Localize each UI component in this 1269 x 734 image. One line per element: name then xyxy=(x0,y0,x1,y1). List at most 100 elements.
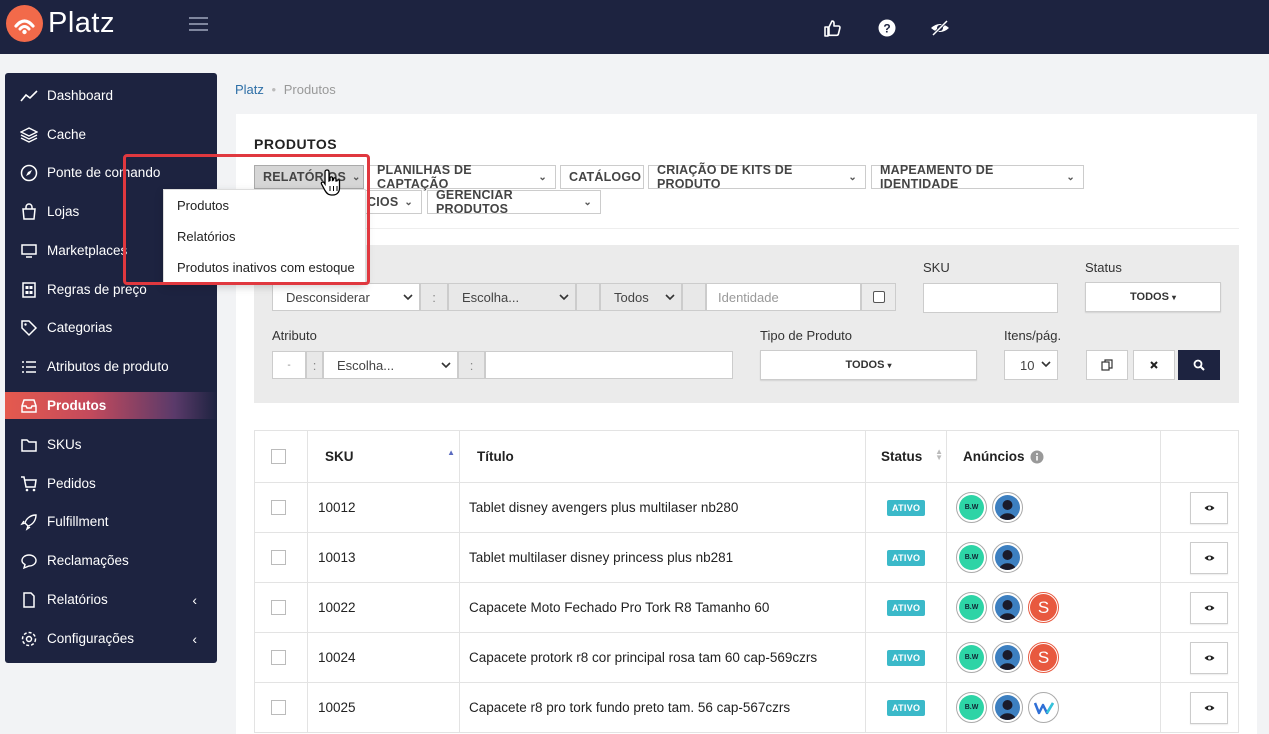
product-type-label: Tipo de Produto xyxy=(760,328,853,343)
sidebar-item-skus[interactable]: SKUs xyxy=(5,431,217,458)
todos-select[interactable]: Todos xyxy=(600,283,682,311)
identity-mode-select[interactable]: Desconsiderar xyxy=(272,283,420,311)
sku-cell: 10022 xyxy=(308,583,460,632)
ads-cell: B.W xyxy=(947,683,1161,732)
copy-filters-button[interactable] xyxy=(1086,350,1128,380)
separator-addon: : xyxy=(420,283,448,311)
button-label: PLANILHAS DE CAPTAÇÃO xyxy=(377,163,472,191)
sidebar-item-reclamacoes[interactable]: Reclamações xyxy=(5,547,217,574)
separator-addon: : xyxy=(306,351,323,379)
bw-marketplace-icon[interactable]: B.W xyxy=(956,642,987,673)
s-marketplace-icon[interactable]: S xyxy=(1028,642,1059,673)
header-title[interactable]: Título xyxy=(460,431,866,482)
search-button[interactable] xyxy=(1178,350,1220,380)
attribute-operator-select[interactable]: - xyxy=(272,351,306,379)
identity-checkbox[interactable] xyxy=(872,291,885,303)
view-button[interactable] xyxy=(1190,542,1228,574)
chevron-down-icon: ⌄ xyxy=(848,171,857,183)
view-button[interactable] xyxy=(1190,642,1228,674)
row-checkbox[interactable] xyxy=(271,600,286,615)
cart-icon xyxy=(19,474,39,494)
identity-input[interactable]: Identidade xyxy=(706,283,861,311)
status-dropdown-button[interactable]: TODOS ▾ xyxy=(1085,282,1221,312)
chevron-left-icon[interactable]: ‹ xyxy=(192,592,197,608)
sidebar-item-label: Dashboard xyxy=(47,88,114,103)
sidebar-item-cache[interactable]: Cache xyxy=(5,121,217,148)
avatar-marketplace-icon[interactable] xyxy=(992,592,1023,623)
chevron-down-icon: ⌄ xyxy=(1066,171,1075,183)
manage-products-dropdown-button[interactable]: GERENCIAR PRODUTOS ⌄ xyxy=(427,188,601,216)
bw-marketplace-icon[interactable]: B.W xyxy=(956,542,987,573)
status-cell: ATIVO xyxy=(866,683,947,732)
sidebar-item-categorias[interactable]: Categorias xyxy=(5,314,217,341)
chevron-left-icon[interactable]: ‹ xyxy=(192,631,197,647)
attribute-value-input[interactable] xyxy=(485,351,733,379)
clear-filters-button[interactable] xyxy=(1133,350,1175,380)
avatar-marketplace-icon[interactable] xyxy=(992,492,1023,523)
w-marketplace-icon[interactable] xyxy=(1028,692,1059,723)
sidebar-item-produtos[interactable]: Produtos xyxy=(5,392,217,419)
compass-icon xyxy=(19,163,39,183)
catalog-button[interactable]: CATÁLOGO xyxy=(560,165,644,189)
menu-toggle-icon[interactable] xyxy=(189,17,208,35)
bw-marketplace-icon[interactable]: B.W xyxy=(956,592,987,623)
sidebar-item-pedidos[interactable]: Pedidos xyxy=(5,470,217,497)
bw-marketplace-icon[interactable]: B.W xyxy=(956,492,987,523)
product-type-dropdown-button[interactable]: TODOS ▾ xyxy=(760,350,977,380)
sort-icon: ▲ ▼ xyxy=(935,447,943,462)
row-checkbox[interactable] xyxy=(271,500,286,515)
capture-sheets-dropdown-button[interactable]: PLANILHAS DE CAPTAÇÃO ⌄ xyxy=(368,163,556,191)
chevron-down-icon: ⌄ xyxy=(583,196,592,208)
avatar-marketplace-icon[interactable] xyxy=(992,642,1023,673)
sidebar-item-label: Cache xyxy=(47,127,87,142)
platz-logo[interactable]: Platz xyxy=(6,5,115,42)
sidebar-item-fulfillment[interactable]: Fulfillment xyxy=(5,508,217,535)
row-checkbox[interactable] xyxy=(271,550,286,565)
title-cell: Capacete protork r8 cor principal rosa t… xyxy=(460,633,866,682)
status-cell: ATIVO xyxy=(866,583,947,632)
thumbs-up-icon[interactable] xyxy=(822,18,842,38)
bw-label: B.W xyxy=(959,695,984,720)
info-icon[interactable] xyxy=(1030,450,1044,464)
sidebar-item-relatorios[interactable]: Relatórios ‹ xyxy=(5,586,217,613)
per-page-select[interactable]: 10 xyxy=(1004,350,1058,380)
view-button[interactable] xyxy=(1190,492,1228,524)
sku-input[interactable] xyxy=(923,283,1058,313)
view-button[interactable] xyxy=(1190,592,1228,624)
chevron-down-icon xyxy=(403,294,413,301)
breadcrumb-root-link[interactable]: Platz xyxy=(235,82,264,97)
help-icon[interactable]: ? xyxy=(877,18,897,38)
eye-icon xyxy=(1204,705,1214,711)
attribute-choose-select[interactable]: Escolha... xyxy=(323,351,458,379)
inbox-icon xyxy=(19,396,39,416)
sort-asc-icon: ▲ xyxy=(447,448,455,457)
identity-choose-select[interactable]: Escolha... xyxy=(448,283,576,311)
s-marketplace-icon[interactable]: S xyxy=(1028,592,1059,623)
products-table: SKU ▲ Título Status ▲ ▼ Anúncios 10012 Ta… xyxy=(254,430,1239,733)
actions-cell xyxy=(1161,533,1240,582)
folder-icon xyxy=(19,435,39,455)
header-sku[interactable]: SKU ▲ xyxy=(308,431,460,482)
avatar-marketplace-icon[interactable] xyxy=(992,692,1023,723)
identity-mapping-dropdown-button[interactable]: MAPEAMENTO DE IDENTIDADE ⌄ xyxy=(871,163,1084,191)
sidebar-item-dashboard[interactable]: Dashboard xyxy=(5,82,217,109)
eye-slash-icon[interactable] xyxy=(929,18,949,38)
bw-marketplace-icon[interactable]: B.W xyxy=(956,692,987,723)
kits-dropdown-button[interactable]: CRIAÇÃO DE KITS DE PRODUTO ⌄ xyxy=(648,163,866,191)
actions-cell xyxy=(1161,683,1240,732)
title-cell: Tablet multilaser disney princess plus n… xyxy=(460,533,866,582)
header-status[interactable]: Status ▲ ▼ xyxy=(866,431,947,482)
table-row: 10024 Capacete protork r8 cor principal … xyxy=(255,632,1238,682)
bw-label: B.W xyxy=(959,645,984,670)
row-checkbox[interactable] xyxy=(271,700,286,715)
select-all-checkbox[interactable] xyxy=(271,449,286,464)
row-checkbox[interactable] xyxy=(271,650,286,665)
chevron-down-icon xyxy=(559,294,569,301)
avatar-marketplace-icon[interactable] xyxy=(992,542,1023,573)
sidebar-item-atributos[interactable]: Atributos de produto xyxy=(5,353,217,380)
list-icon xyxy=(19,357,39,377)
view-button[interactable] xyxy=(1190,692,1228,724)
sidebar-item-configuracoes[interactable]: Configurações ‹ xyxy=(5,625,217,652)
chevron-down-icon: ⌄ xyxy=(404,196,413,208)
ads-cell: B.W xyxy=(947,483,1161,532)
